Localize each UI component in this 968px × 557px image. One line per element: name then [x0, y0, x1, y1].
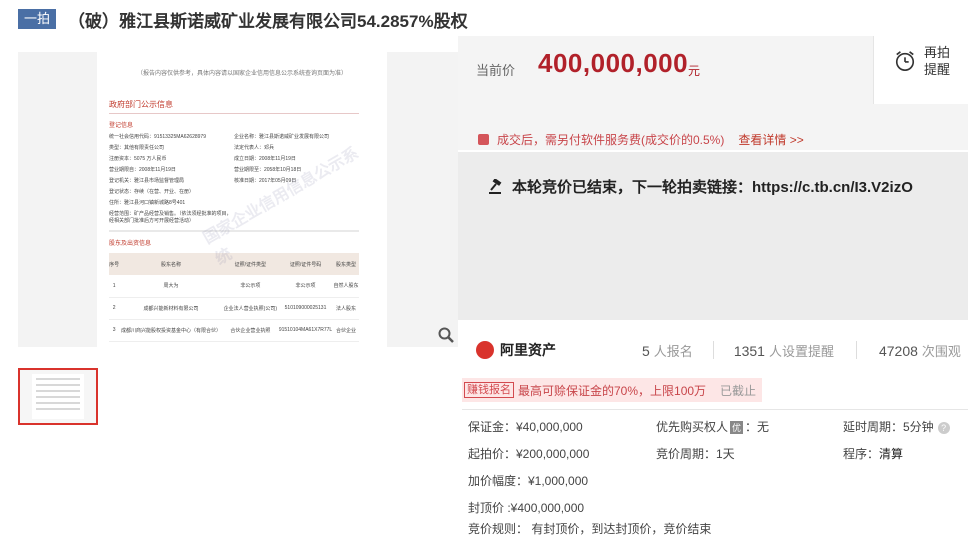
- table-cell: 周大为: [119, 275, 223, 298]
- table-cell: 非公示项: [222, 275, 278, 298]
- price-panel: 当前价 400,000,000 元 再拍 提醒 成交后，需另付软件服务费(成交价…: [458, 36, 968, 150]
- ali-assets-logo-text: 阿里资产: [500, 342, 556, 358]
- remind-count-value: 1351: [733, 342, 765, 359]
- table-cell: 3: [109, 319, 120, 342]
- title-row: 一拍 （破）雅江县斯诺威矿业发展有限公司54.2857%股权: [18, 8, 468, 31]
- main-image-viewer[interactable]: （报告内容仅供参考，具体内容请以国家企业信用信息公示系统查询页面为准） 政府部门…: [18, 52, 458, 347]
- table-cell: 91510104MA61X7R77L: [277, 319, 334, 342]
- procedure-label: 程序：: [843, 447, 880, 461]
- document-image: （报告内容仅供参考，具体内容请以国家企业信用信息公示系统查询页面为准） 政府部门…: [97, 52, 387, 347]
- table-cell: 自然人股东: [333, 275, 359, 298]
- deposit-info: 保证金：¥40,000,000: [468, 420, 583, 434]
- rebid-remind-button[interactable]: 再拍 提醒: [873, 36, 968, 104]
- credit-deposit-notice: 赚钱报名 最高可赊保证金的70%，上限100万 已截止: [462, 378, 762, 402]
- gavel-icon: [489, 178, 502, 194]
- increment-info: 加价幅度：¥1,000,000: [468, 474, 589, 488]
- signup-count-unit: 人报名: [653, 343, 693, 359]
- table-cell: 成都川商兴能股权投资基金中心（有限合伙）: [119, 319, 223, 342]
- service-fee-notice: 成交后，需另付软件服务费(成交价的0.5%) 查看详情 >>: [458, 122, 968, 156]
- delay-period-text: 延时周期：5分钟: [843, 420, 934, 434]
- priority-buyer-label: 优先购买权人: [656, 420, 729, 434]
- table-cell: 2: [109, 297, 120, 320]
- signup-count: 5 人报名: [642, 341, 693, 360]
- view-count-value: 47208: [878, 342, 918, 359]
- notice-status: 已截止: [720, 383, 757, 398]
- doc-field: 登记机关：雅江县市场监督管理局: [109, 178, 185, 184]
- table-header-cell: 序号: [109, 253, 120, 275]
- credit-deposit-text: 最高可赊保证金的70%，上限100万: [518, 383, 707, 398]
- divider: [712, 341, 714, 359]
- remind-count: 1351 人设置提醒: [734, 341, 834, 360]
- table-cell: 合伙企业营业执照: [222, 319, 278, 342]
- bid-rule-info: 竞价规则： 有封顶价，到达封顶价，竞价结束: [468, 522, 712, 536]
- table-cell: 企业法人营业执照(公司): [222, 297, 278, 320]
- table-cell: 合伙企业: [333, 319, 359, 342]
- table-cell: 法人股东: [333, 297, 359, 320]
- start-price-info: 起拍价：¥200,000,000: [468, 447, 590, 461]
- doc-field: 营业期限自：2008年11月19日: [109, 167, 176, 173]
- delay-period-info: 延时周期：5分钟?: [843, 418, 950, 435]
- current-price-label: 当前价: [476, 63, 516, 78]
- price-unit: 元: [688, 64, 701, 78]
- alarm-clock-icon: [895, 51, 915, 71]
- doc-field: 统一社会信用代码：91513325MA62628979: [109, 134, 206, 140]
- view-count: 47208 次围观: [879, 341, 961, 360]
- auction-ended-panel: 本轮竞价已结束，下一轮拍卖链接：https://c.tb.cn/I3.V2izO: [458, 152, 968, 320]
- remind-label-line1: 再拍: [924, 45, 951, 60]
- doc-field: 登记状态：存续（在营、开业、在册）: [109, 189, 195, 195]
- service-fee-text: 成交后，需另付软件服务费(成交价的0.5%): [497, 132, 725, 147]
- view-count-unit: 次围观: [921, 343, 961, 359]
- help-icon[interactable]: ?: [937, 422, 950, 434]
- doc-field: 住所：雅江县河口镇新城路8号401: [109, 200, 186, 206]
- table-header-cell: 股东类型: [333, 253, 359, 275]
- procedure-value: 清算: [879, 447, 904, 461]
- shareholder-table: 序号 股东名称 证照/证件类型 证照/证件号码 股东类型 1 周大为 非公示项 非公示项 自然人…: [109, 253, 359, 342]
- priority-badge: 优: [730, 421, 744, 434]
- bid-period-info: 竞价周期：1天: [656, 447, 735, 461]
- table-cell: 成都兴能新材料有限公司: [119, 297, 223, 320]
- doc-section-title: 政府部门公示信息: [109, 99, 359, 114]
- image-thumbnail[interactable]: [18, 368, 98, 425]
- table-cell: 非公示项: [277, 275, 334, 298]
- next-round-text[interactable]: 本轮竞价已结束，下一轮拍卖链接：https://c.tb.cn/I3.V2izO: [512, 176, 913, 197]
- doc-subsection-registration: 登记信息: [109, 123, 134, 129]
- priority-buyer-value: ：无: [745, 420, 770, 434]
- stats-bar: 阿里资产 5 人报名 1351 人设置提醒 47208 次围观: [458, 330, 968, 370]
- cap-price-info: 封顶价 :¥400,000,000: [468, 501, 585, 515]
- table-row: 1 周大为 非公示项 非公示项 自然人股东: [109, 275, 359, 298]
- divider: [462, 409, 968, 410]
- doc-field: 注册资本：5075 万人民币: [109, 156, 167, 162]
- table-cell: 1: [109, 275, 120, 298]
- doc-note: （报告内容仅供参考，具体内容请以国家企业信用信息公示系统查询页面为准）: [136, 71, 347, 77]
- page-title: （破）雅江县斯诺威矿业发展有限公司54.2857%股权: [68, 11, 468, 31]
- current-price-value: 400,000,000: [538, 48, 689, 78]
- earn-signup-badge: 赚钱报名: [464, 382, 514, 398]
- auction-round-tag: 一拍: [18, 9, 57, 29]
- remind-label: 再拍 提醒: [924, 44, 950, 78]
- signup-count-value: 5: [642, 342, 650, 359]
- ali-assets-logo: 阿里资产: [476, 340, 556, 360]
- next-round-notice: 本轮竞价已结束，下一轮拍卖链接：https://c.tb.cn/I3.V2izO: [488, 176, 913, 197]
- procedure-info: 程序：清算: [843, 445, 903, 462]
- table-header-cell: 证照/证件号码: [277, 253, 334, 275]
- priority-buyer-info: 优先购买权人优：无: [656, 418, 769, 435]
- table-header-cell: 股东名称: [119, 253, 223, 275]
- remind-count-unit: 人设置提醒: [768, 343, 834, 359]
- remind-label-line2: 提醒: [924, 62, 951, 77]
- doc-field: 类型：其他有限责任公司: [109, 145, 165, 151]
- thumbnail-preview: [32, 374, 84, 419]
- divider: [855, 341, 857, 359]
- doc-field: 企业名称：雅江县斯诺威矿业发展有限公司: [234, 134, 330, 140]
- view-details-link[interactable]: 查看详情 >>: [738, 131, 803, 148]
- fee-icon: [478, 133, 489, 145]
- table-row: 2 成都兴能新材料有限公司 企业法人营业执照(公司) 510109000025131 法…: [109, 297, 359, 320]
- ali-assets-logo-icon: [476, 341, 494, 359]
- zoom-icon[interactable]: [438, 327, 454, 343]
- table-row: 3 成都川商兴能股权投资基金中心（有限合伙） 合伙企业营业执照 91510104MA6…: [109, 319, 359, 342]
- table-cell: 510109000025131: [277, 297, 334, 320]
